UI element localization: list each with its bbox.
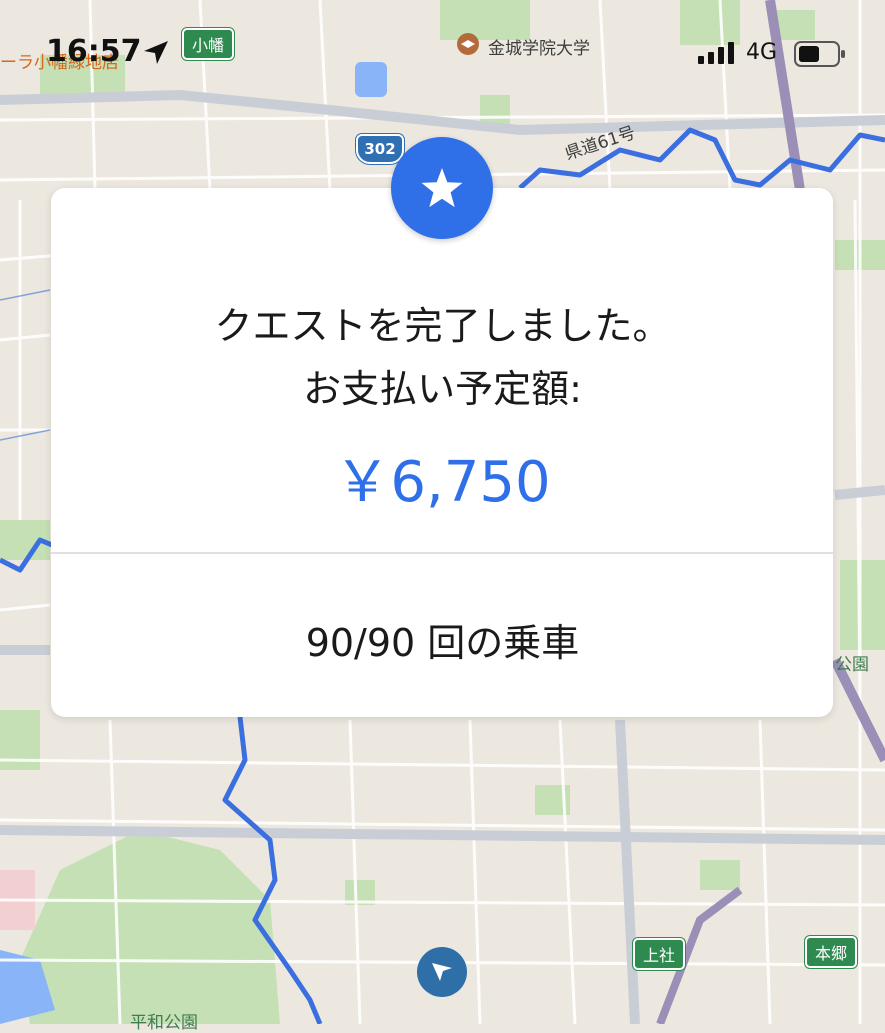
status-bar: 16:57 4G [0, 0, 885, 100]
poi-label-heiwa-park[interactable]: 平和公園 [130, 1008, 198, 1033]
network-type: 4G [746, 40, 778, 65]
status-time: 16:57 [46, 34, 142, 69]
navigation-arrow-icon [432, 963, 452, 981]
route-shield: 302 [356, 134, 404, 164]
station-hongo[interactable]: 本郷 [805, 936, 858, 968]
star-badge [391, 137, 493, 239]
signal-bars-icon [698, 42, 734, 64]
station-kamiyashiro[interactable]: 上社 [633, 938, 686, 970]
quest-complete-message: クエストを完了しました。 [214, 304, 671, 348]
location-arrow-icon [144, 41, 168, 64]
payment-scheduled-label: お支払い予定額: [303, 367, 582, 411]
card-divider [51, 552, 833, 554]
ride-count: 90/90 回の乗車 [305, 621, 580, 665]
battery-icon [794, 41, 845, 67]
payment-amount: ￥6,750 [334, 450, 551, 515]
star-icon [421, 168, 463, 208]
navigation-button[interactable] [417, 947, 467, 997]
